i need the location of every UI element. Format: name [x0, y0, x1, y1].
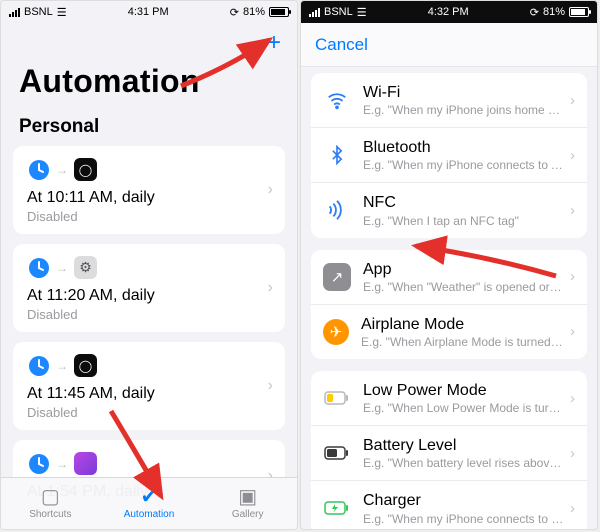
automation-time: At 11:45 AM, daily — [27, 385, 271, 403]
trigger-battery-level[interactable]: Battery LevelE.g. "When battery level ri… — [311, 425, 587, 480]
app-icon: ↗ — [323, 263, 351, 291]
section-personal: Personal — [1, 110, 297, 146]
tab-bar: ▢ Shortcuts ✔︎ Automation ▣ Gallery — [1, 477, 297, 529]
tab-automation[interactable]: ✔︎ Automation — [100, 478, 199, 529]
trigger-sub: E.g. "When Airplane Mode is turned on" — [361, 335, 564, 349]
chevron-right-icon: › — [570, 147, 575, 164]
shortcuts-tab-icon: ▢ — [41, 487, 60, 507]
cancel-button[interactable]: Cancel — [315, 35, 368, 55]
app-shortcut-icon: ◯ — [74, 158, 97, 181]
tab-label: Automation — [124, 509, 175, 520]
trigger-label: Battery Level — [363, 436, 564, 455]
airplane-icon: ✈ — [323, 319, 349, 345]
chevron-right-icon: › — [268, 279, 273, 297]
trigger-label: Charger — [363, 491, 564, 510]
trigger-sub: E.g. "When I tap an NFC tag" — [363, 214, 564, 228]
trigger-group-app: ↗ AppE.g. "When "Weather" is opened or c… — [311, 250, 587, 359]
tab-label: Gallery — [232, 509, 264, 520]
trigger-app[interactable]: ↗ AppE.g. "When "Weather" is opened or c… — [311, 250, 587, 304]
trigger-sub: E.g. "When Low Power Mode is turned off" — [363, 401, 564, 415]
charger-icon — [323, 494, 351, 522]
screenshot-left: BSNL ☰ 4:31 PM ⟳ 81% + Automation Person… — [0, 0, 298, 530]
chevron-right-icon: › — [570, 390, 575, 407]
trigger-wifi[interactable]: Wi-FiE.g. "When my iPhone joins home Wi-… — [311, 73, 587, 127]
gallery-tab-icon: ▣ — [238, 487, 257, 507]
automation-card[interactable]: → ◯ At 11:45 AM, daily Disabled › — [13, 342, 285, 430]
trigger-sub: E.g. "When battery level rises above 50%… — [363, 456, 564, 470]
arrow-right-icon: → — [56, 261, 68, 275]
chevron-right-icon: › — [268, 181, 273, 199]
automation-time: At 11:20 AM, daily — [27, 287, 271, 305]
automation-card[interactable]: → ◯ At 10:11 AM, daily Disabled › — [13, 146, 285, 234]
bluetooth-icon — [323, 141, 351, 169]
trigger-sub: E.g. "When my iPhone connects to AirPods… — [363, 158, 564, 172]
status-time: 4:32 PM — [428, 6, 469, 18]
clock-icon — [27, 452, 50, 475]
trigger-label: Wi-Fi — [363, 83, 564, 102]
trigger-bluetooth[interactable]: BluetoothE.g. "When my iPhone connects t… — [311, 127, 587, 182]
arrow-right-icon: → — [56, 359, 68, 373]
trigger-airplane[interactable]: ✈ Airplane ModeE.g. "When Airplane Mode … — [311, 304, 587, 359]
carrier-label: BSNL — [324, 6, 353, 18]
automation-status: Disabled — [27, 209, 271, 224]
tab-label: Shortcuts — [29, 509, 71, 520]
battery-icon — [269, 7, 289, 17]
automation-tab-icon: ✔︎ — [141, 487, 158, 507]
arrow-right-icon: → — [56, 457, 68, 471]
battery-pct: 81% — [543, 6, 565, 18]
signal-bars-icon — [9, 8, 20, 17]
battery-icon — [569, 7, 589, 17]
nfc-icon — [323, 196, 351, 224]
screenshot-right: BSNL ☰ 4:32 PM ⟳ 81% Cancel Wi-FiE.g. "W… — [300, 0, 598, 530]
chevron-right-icon: › — [570, 92, 575, 109]
trigger-group-power: Low Power ModeE.g. "When Low Power Mode … — [311, 371, 587, 529]
automation-time: At 10:11 AM, daily — [27, 189, 271, 207]
signal-bars-icon — [309, 8, 320, 17]
carrier-label: BSNL — [24, 6, 53, 18]
chevron-right-icon: › — [570, 268, 575, 285]
chevron-right-icon: › — [570, 202, 575, 219]
tab-gallery[interactable]: ▣ Gallery — [198, 478, 297, 529]
shortcuts-app-icon — [74, 452, 97, 475]
battery-level-icon — [323, 439, 351, 467]
trigger-sub: E.g. "When my iPhone connects to power" — [363, 512, 564, 526]
page-title: Automation — [1, 63, 297, 110]
clock-icon — [27, 256, 50, 279]
status-bar: BSNL ☰ 4:32 PM ⟳ 81% — [301, 1, 597, 23]
automation-status: Disabled — [27, 405, 271, 420]
arrow-right-icon: → — [56, 163, 68, 177]
modal-header: Cancel — [301, 23, 597, 67]
trigger-low-power[interactable]: Low Power ModeE.g. "When Low Power Mode … — [311, 371, 587, 425]
settings-icon: ⚙ — [74, 256, 97, 279]
trigger-nfc[interactable]: NFC E.g. "When I tap an NFC tag" › — [311, 182, 587, 237]
automation-status: Disabled — [27, 307, 271, 322]
chevron-right-icon: › — [570, 323, 575, 340]
wifi-icon — [323, 86, 351, 114]
status-bar: BSNL ☰ 4:31 PM ⟳ 81% — [1, 1, 297, 23]
clock-icon — [27, 158, 50, 181]
trigger-label: Bluetooth — [363, 138, 564, 157]
trigger-group-network: Wi-FiE.g. "When my iPhone joins home Wi-… — [311, 73, 587, 238]
trigger-sub: E.g. "When "Weather" is opened or closed… — [363, 280, 564, 294]
trigger-label: NFC — [363, 193, 564, 212]
add-automation-button[interactable]: + — [267, 31, 281, 55]
trigger-charger[interactable]: Charger E.g. "When my iPhone connects to … — [311, 480, 587, 529]
clock-icon — [27, 354, 50, 377]
battery-pct: 81% — [243, 6, 265, 18]
chevron-right-icon: › — [268, 377, 273, 395]
trigger-label: App — [363, 260, 564, 279]
app-shortcut-icon: ◯ — [74, 354, 97, 377]
chevron-right-icon: › — [570, 445, 575, 462]
trigger-sub: E.g. "When my iPhone joins home Wi-Fi" — [363, 103, 564, 117]
automation-card[interactable]: → ⚙ At 11:20 AM, daily Disabled › — [13, 244, 285, 332]
chevron-right-icon: › — [570, 500, 575, 517]
trigger-label: Low Power Mode — [363, 381, 564, 400]
low-power-icon — [323, 384, 351, 412]
tab-shortcuts[interactable]: ▢ Shortcuts — [1, 478, 100, 529]
trigger-label: Airplane Mode — [361, 315, 564, 334]
status-time: 4:31 PM — [128, 6, 169, 18]
